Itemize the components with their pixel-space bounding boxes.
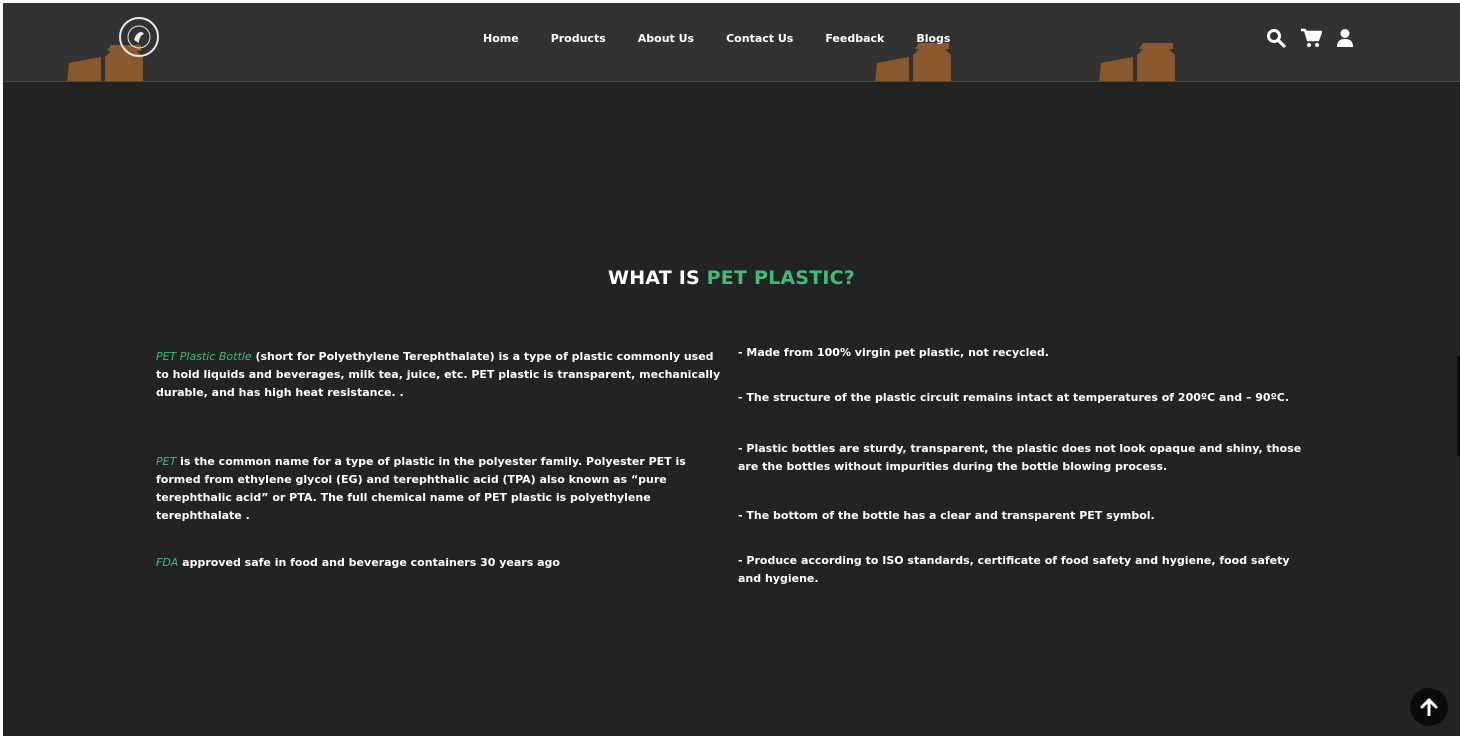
- page: Home Products About Us Contact Us Feedba…: [3, 3, 1460, 736]
- nav-products-link[interactable]: Products: [551, 32, 606, 45]
- back-to-top-button[interactable]: [1410, 688, 1448, 726]
- arrow-up-icon: [1420, 698, 1438, 716]
- highlight-pet-plastic-bottle: PET Plastic Bottle: [156, 350, 252, 363]
- nav-about-link[interactable]: About Us: [638, 32, 694, 45]
- highlight-fda: FDA: [156, 556, 179, 569]
- feature-item: - Produce according to ISO standards, ce…: [738, 554, 1290, 585]
- feature-item: - Plastic bottles are sturdy, transparen…: [738, 442, 1302, 473]
- site-header: Home Products About Us Contact Us Feedba…: [3, 3, 1460, 82]
- site-logo[interactable]: [119, 17, 159, 57]
- main-nav: Home Products About Us Contact Us Feedba…: [483, 32, 950, 45]
- jar-decoration-icon: [1099, 43, 1175, 81]
- highlight-pet: PET: [156, 455, 177, 468]
- nav-feedback-link[interactable]: Feedback: [825, 32, 884, 45]
- paragraph-pet-bottle: PET Plastic Bottle (short for Polyethyle…: [156, 350, 721, 399]
- section-title: WHAT IS PET PLASTIC?: [608, 267, 855, 289]
- cart-icon: [1301, 28, 1322, 47]
- jar-decoration-icon: [875, 43, 951, 81]
- paragraph-pet: PET is the common name for a type of pla…: [156, 455, 686, 522]
- nav-blogs-link[interactable]: Blogs: [916, 32, 950, 45]
- nav-home-link[interactable]: Home: [483, 32, 519, 45]
- search-icon: [1267, 29, 1286, 48]
- feature-item: - The bottom of the bottle has a clear a…: [738, 509, 1155, 522]
- feature-item: - The structure of the plastic circuit r…: [738, 391, 1290, 404]
- nav-contact-link[interactable]: Contact Us: [726, 32, 793, 45]
- account-button[interactable]: [1336, 28, 1354, 48]
- paragraph-fda: FDA approved safe in food and beverage c…: [156, 556, 560, 569]
- user-icon: [1337, 29, 1353, 47]
- feature-item: - Made from 100% virgin pet plastic, not…: [738, 346, 1049, 359]
- cart-button[interactable]: [1300, 28, 1322, 48]
- logo-emblem-icon: [127, 25, 151, 49]
- search-button[interactable]: [1266, 28, 1286, 48]
- title-highlight: PET PLASTIC?: [706, 267, 855, 289]
- header-tools: [1266, 28, 1354, 48]
